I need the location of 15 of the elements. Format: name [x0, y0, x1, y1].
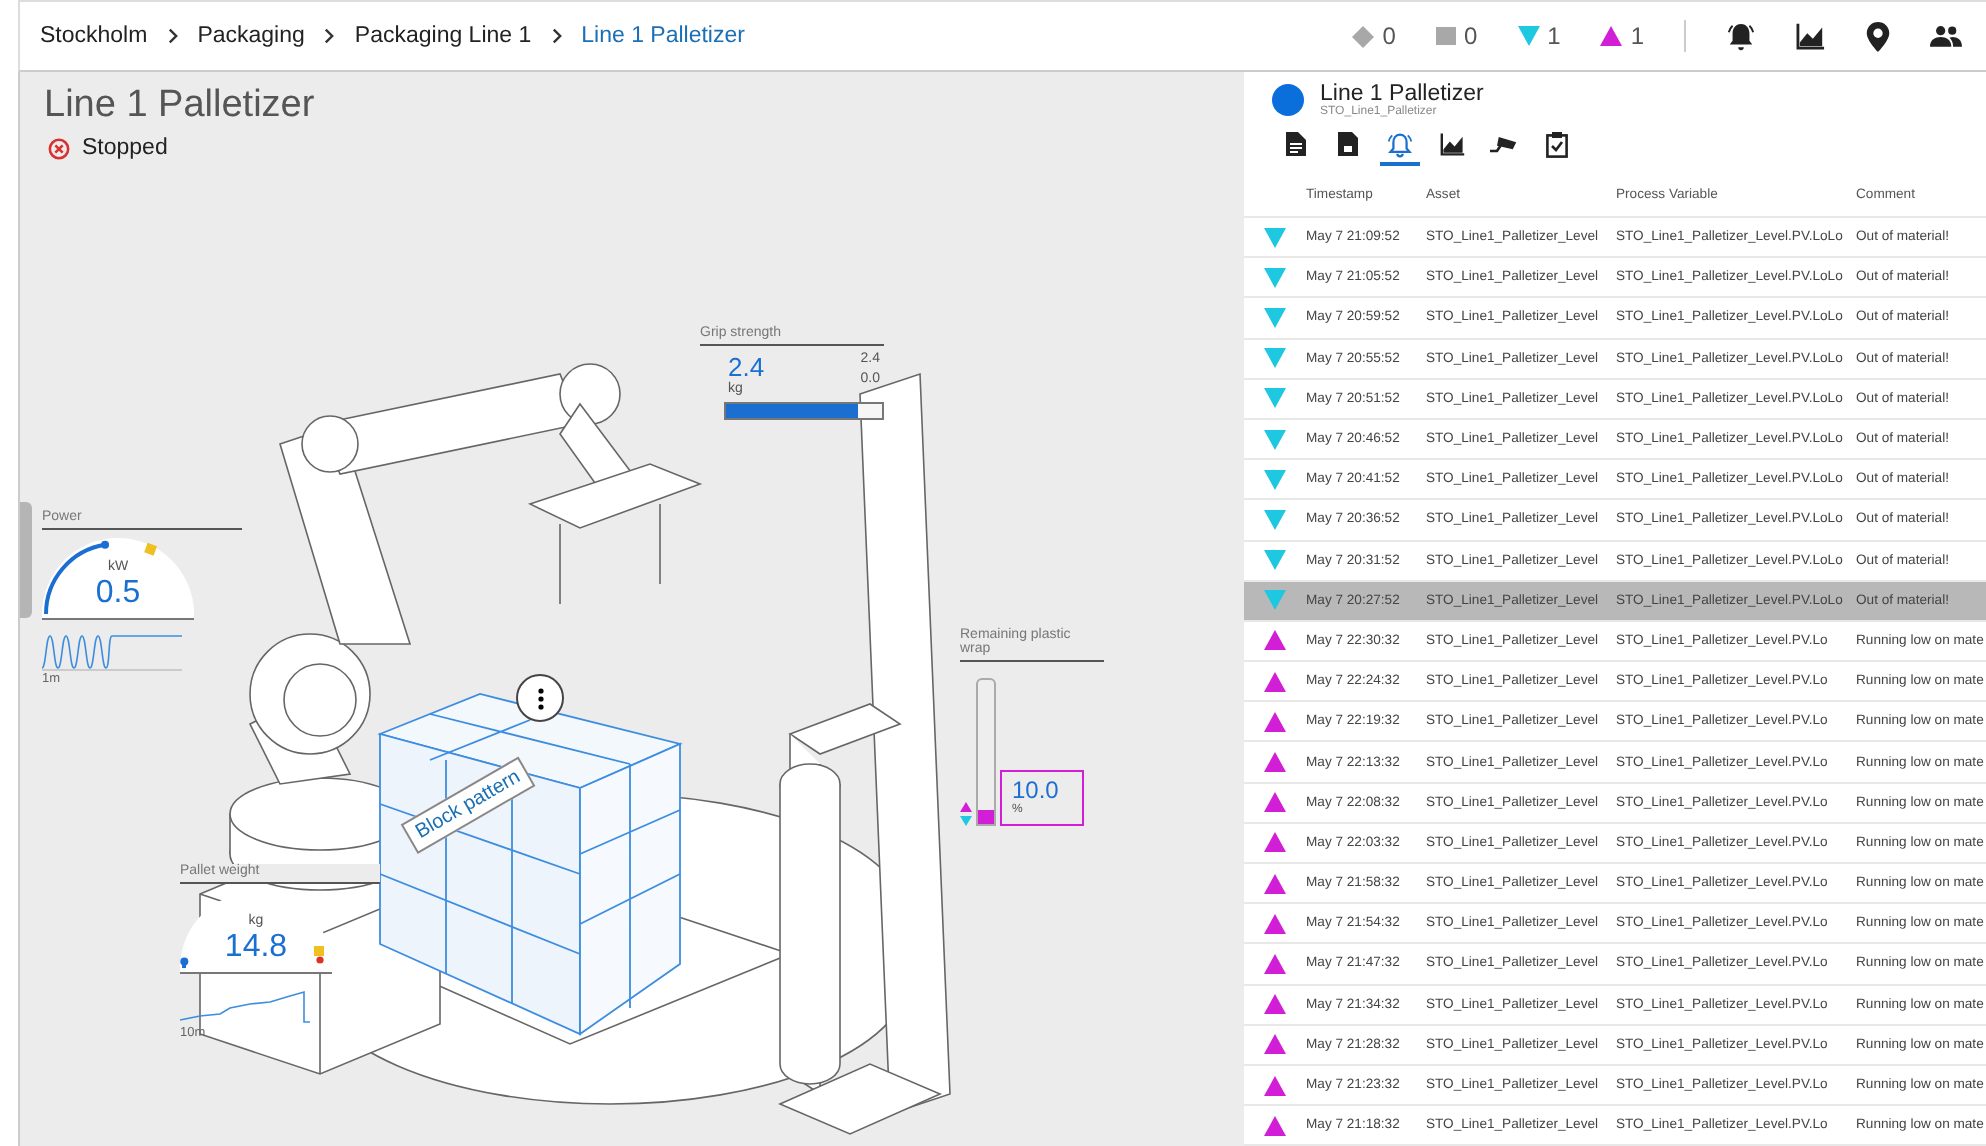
gauge-value: 0.5: [93, 576, 143, 612]
breadcrumb-link[interactable]: Packaging: [197, 24, 305, 48]
alarm-count: 1: [1547, 22, 1561, 50]
breadcrumb-link[interactable]: Packaging Line 1: [354, 24, 532, 48]
breadcrumb-link[interactable]: Stockholm: [40, 24, 148, 48]
panel-title: Line 1 Palletizer: [1320, 82, 1484, 106]
alarm-count: 0: [1382, 22, 1396, 50]
breadcrumb-link[interactable]: Line 1 Palletizer: [581, 24, 745, 48]
alarm-count: 1: [1630, 22, 1644, 50]
grip-value: 2.4: [728, 352, 765, 382]
alarm-count: 0: [1463, 22, 1478, 50]
wrap-value: 10.0: [1012, 776, 1061, 804]
page-title: Line 1 Palletizer: [44, 84, 315, 128]
gauge-value: 14.8: [222, 930, 290, 966]
status-text: Stopped: [82, 136, 168, 160]
